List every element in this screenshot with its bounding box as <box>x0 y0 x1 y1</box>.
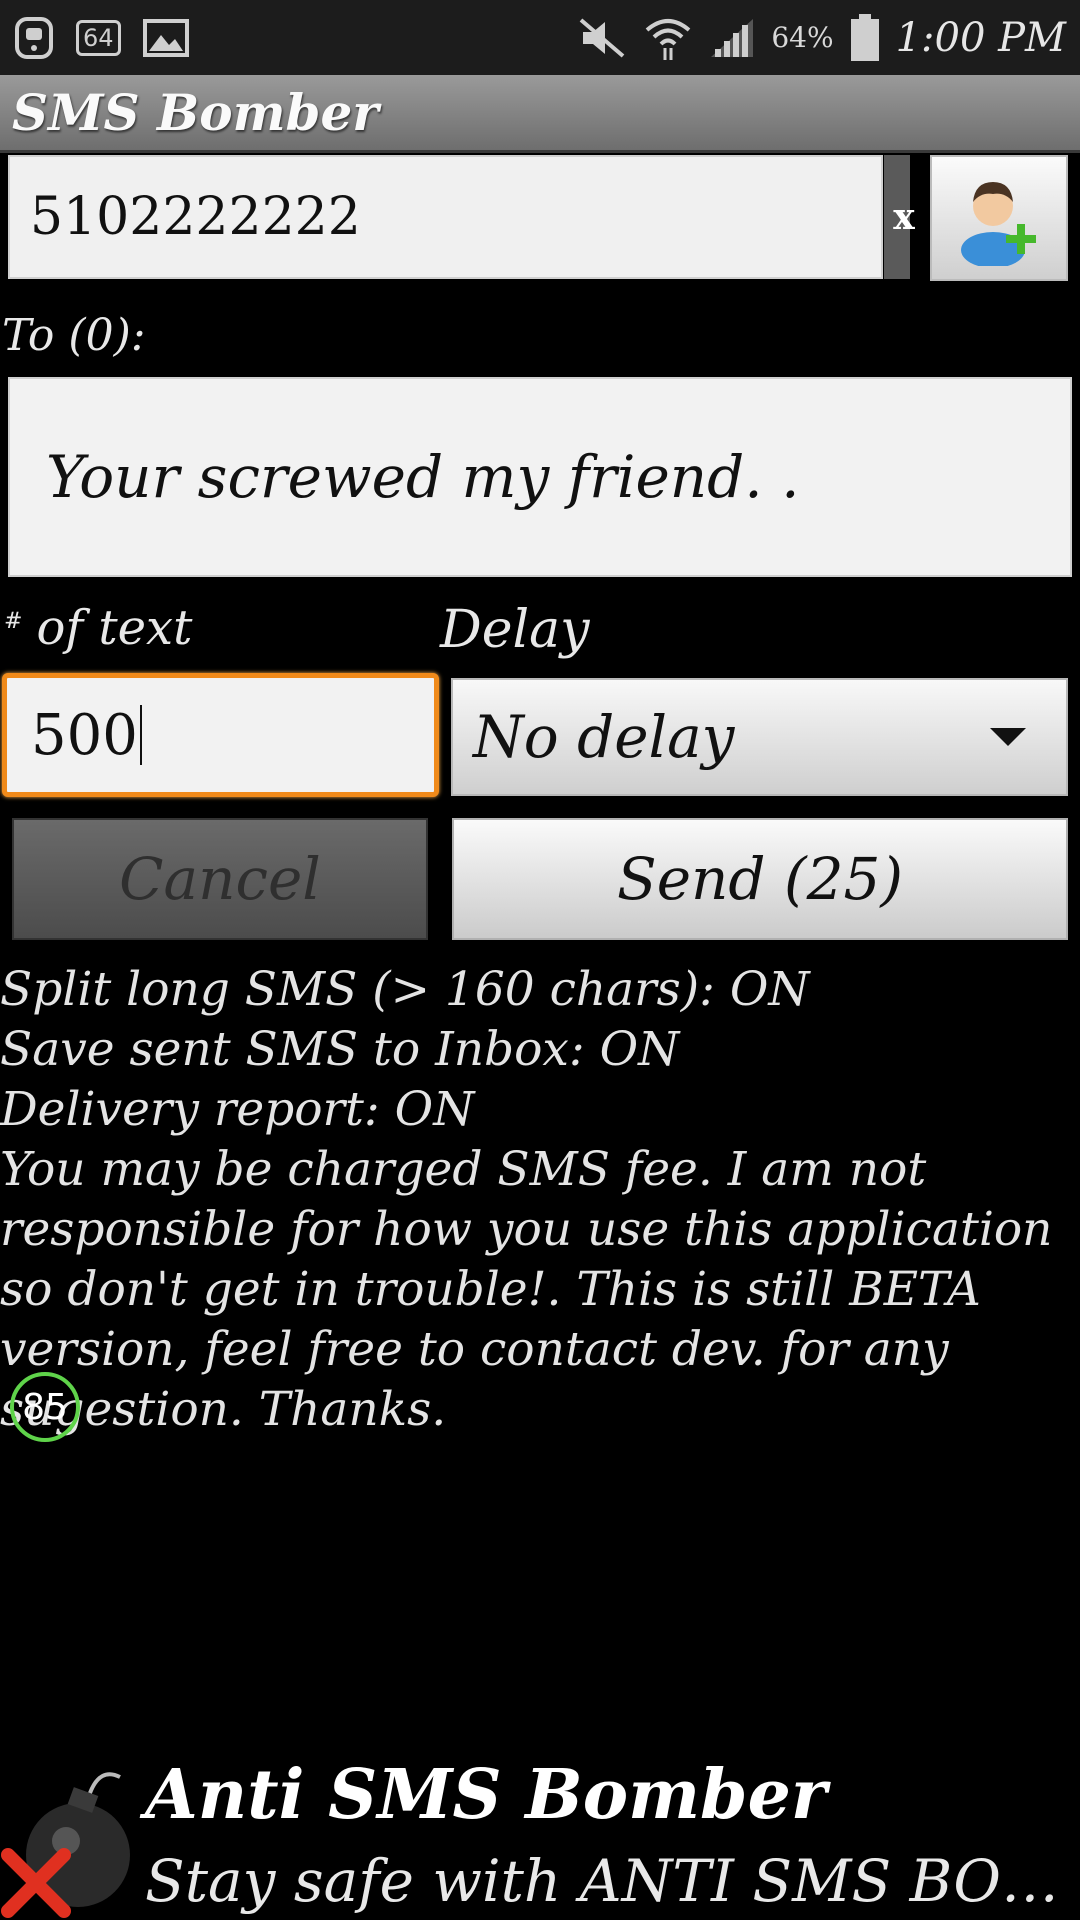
message-text: Your screwed my friend. . <box>46 443 800 511</box>
text-cursor <box>139 705 142 765</box>
mute-icon <box>577 16 627 60</box>
info-save-inbox: Save sent SMS to Inbox: ON <box>0 1022 680 1077</box>
cancel-label: Cancel <box>119 845 321 913</box>
ad-title: Anti SMS Bomber <box>145 1755 827 1835</box>
hash-symbol: # <box>4 609 23 634</box>
delay-selected-value: No delay <box>473 703 735 771</box>
bomb-icon <box>0 1755 140 1920</box>
text-count-label-text: of text <box>36 600 193 656</box>
app-screen: { "status_bar": { "notif_badge": "64", "… <box>0 0 1080 1920</box>
phone-number-input[interactable] <box>30 177 850 257</box>
send-label: Send (25) <box>616 845 904 913</box>
text-count-value: 500 <box>31 702 138 768</box>
delay-dropdown[interactable]: No delay <box>451 678 1068 796</box>
clock: 1:00 PM <box>895 14 1066 61</box>
message-field[interactable]: Your screwed my friend. . <box>8 377 1072 577</box>
battery-percent: 64% <box>771 21 834 54</box>
info-disclaimer: You may be charged SMS fee. I am not res… <box>0 1142 1053 1437</box>
send-button[interactable]: Send (25) <box>452 818 1068 940</box>
dropdown-arrow-icon <box>990 728 1026 746</box>
signal-icon <box>709 17 755 59</box>
delay-label: Delay <box>440 600 590 660</box>
ad-banner[interactable]: Anti SMS Bomber Stay safe with ANTI SMS … <box>0 1755 1080 1920</box>
image-icon <box>142 18 189 57</box>
ad-subtitle: Stay safe with ANTI SMS BOM... <box>145 1847 1075 1915</box>
notification-count-icon: 64 <box>76 19 121 56</box>
add-contact-button[interactable] <box>930 155 1068 281</box>
phone-number-field[interactable] <box>8 155 883 279</box>
clear-label: x <box>893 196 915 238</box>
info-delivery-report: Delivery report: ON <box>0 1082 475 1137</box>
cancel-button[interactable]: Cancel <box>12 818 428 940</box>
wifi-icon <box>643 14 693 62</box>
settings-info: Split long SMS (> 160 chars): ON Save se… <box>0 960 1076 1440</box>
app-title-bar: SMS Bomber <box>0 75 1080 153</box>
app-title: SMS Bomber <box>12 83 379 142</box>
text-count-label: # of text <box>4 600 192 656</box>
info-split-sms: Split long SMS (> 160 chars): ON <box>0 962 810 1017</box>
clear-number-button[interactable]: x <box>884 155 915 279</box>
status-bar: 64 64% 1:00 PM <box>0 0 1080 75</box>
overlay-badge[interactable]: 85 <box>10 1372 80 1442</box>
add-contact-icon <box>949 166 1049 270</box>
voicemail-robot-icon <box>14 16 54 60</box>
recipients-count-label: To (0): <box>2 310 146 361</box>
battery-icon <box>850 13 880 62</box>
text-count-input[interactable]: 500 <box>2 673 439 797</box>
